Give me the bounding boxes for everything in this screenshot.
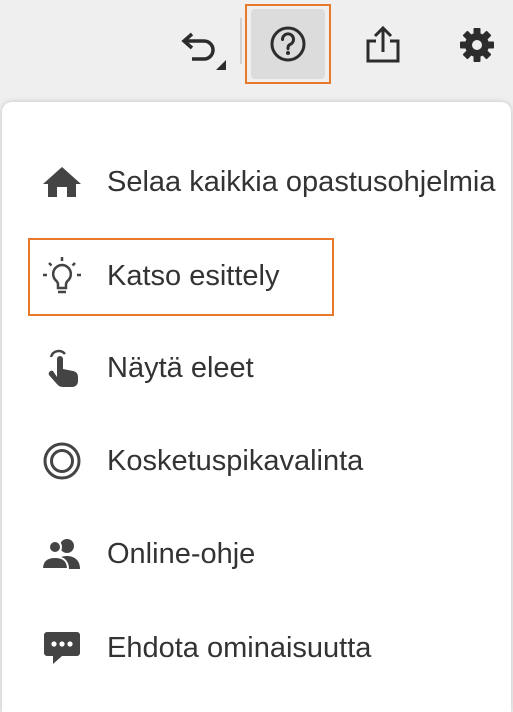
menu-item-browse-tutorials[interactable]: Selaa kaikkia opastusohjelmia xyxy=(2,146,511,218)
menu-item-online-help[interactable]: Online-ohje xyxy=(2,518,511,590)
undo-icon xyxy=(180,30,220,62)
menu-item-watch-demo[interactable]: Katso esittely xyxy=(2,240,511,312)
share-icon xyxy=(364,25,402,65)
home-icon xyxy=(40,160,84,204)
chat-icon xyxy=(40,626,84,670)
toolbar xyxy=(0,0,513,90)
help-button[interactable] xyxy=(245,4,331,84)
menu-item-label: Online-ohje xyxy=(107,537,256,570)
menu-item-show-gestures[interactable]: Näytä eleet xyxy=(2,332,511,404)
share-button[interactable] xyxy=(356,18,410,72)
undo-button[interactable] xyxy=(170,20,230,72)
menu-item-label: Ehdota ominaisuutta xyxy=(107,631,372,664)
touch-shortcut-icon xyxy=(40,439,84,483)
undo-menu-indicator-icon xyxy=(216,60,226,70)
help-icon xyxy=(269,25,307,63)
menu-item-touch-shortcut[interactable]: Kosketuspikavalinta xyxy=(2,425,511,497)
menu-item-suggest-feature[interactable]: Ehdota ominaisuutta xyxy=(2,612,511,684)
help-menu: Selaa kaikkia opastusohjelmia Katso esit… xyxy=(2,102,511,712)
gesture-icon xyxy=(40,346,84,390)
settings-icon xyxy=(458,26,496,64)
settings-button[interactable] xyxy=(450,18,504,72)
menu-item-label: Selaa kaikkia opastusohjelmia xyxy=(107,165,496,198)
people-icon xyxy=(40,532,84,576)
menu-item-label: Näytä eleet xyxy=(107,351,254,384)
menu-item-label: Katso esittely xyxy=(107,259,280,292)
toolbar-divider xyxy=(240,18,242,64)
menu-item-label: Kosketuspikavalinta xyxy=(107,444,364,477)
lightbulb-icon xyxy=(40,254,84,298)
